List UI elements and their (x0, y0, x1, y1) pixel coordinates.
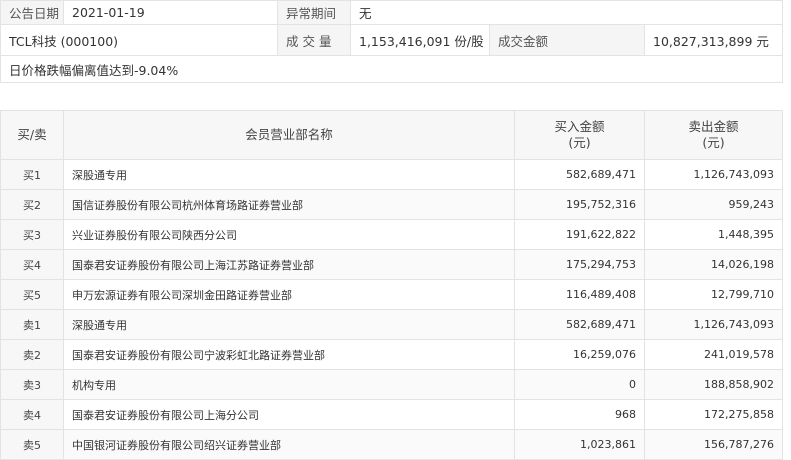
row-side: 卖4 (0, 399, 64, 430)
row-sell-amount: 156,787,276 (644, 429, 783, 460)
row-buy-amount: 116,489,408 (514, 279, 645, 310)
row-branch-name: 兴业证券股份有限公司陕西分公司 (63, 219, 515, 250)
volume-label: 成 交 量 (277, 24, 351, 56)
table-header-row: 买/卖 会员营业部名称 买入金额 (元) 卖出金额 (元) (0, 110, 783, 160)
amount-value: 10,827,313,899 元 (643, 24, 784, 56)
row-branch-name: 国泰君安证券股份有限公司上海江苏路证券营业部 (63, 249, 515, 280)
row-sell-amount: 1,448,395 (644, 219, 783, 250)
row-sell-amount: 959,243 (644, 189, 783, 220)
row-buy-amount: 582,689,471 (514, 159, 645, 190)
trading-seats-table: 买/卖 会员营业部名称 买入金额 (元) 卖出金额 (元) 买1 深股通专用 5… (0, 110, 783, 460)
table-row: 卖1 深股通专用 582,689,471 1,126,743,093 (0, 309, 783, 340)
table-row: 买1 深股通专用 582,689,471 1,126,743,093 (0, 159, 783, 190)
header-buy-amount: 买入金额 (元) (514, 110, 645, 160)
header-sell-amount-unit: (元) (702, 135, 725, 150)
row-sell-amount: 14,026,198 (644, 249, 783, 280)
row-buy-amount: 0 (514, 369, 645, 400)
row-sell-amount: 1,126,743,093 (644, 309, 783, 340)
row-side: 卖3 (0, 369, 64, 400)
row-sell-amount: 172,275,858 (644, 399, 783, 430)
table-row: 买5 申万宏源证券有限公司深圳金田路证券营业部 116,489,408 12,7… (0, 279, 783, 310)
row-buy-amount: 968 (514, 399, 645, 430)
row-side: 买1 (0, 159, 64, 190)
table-row: 卖4 国泰君安证券股份有限公司上海分公司 968 172,275,858 (0, 399, 783, 430)
row-side: 买2 (0, 189, 64, 220)
header-buy-amount-unit: (元) (568, 135, 591, 150)
announcement-info-table: 公告日期 2021-01-19 异常期间 无 TCL科技 (000100) 成 … (0, 0, 784, 83)
row-branch-name: 申万宏源证券有限公司深圳金田路证券营业部 (63, 279, 515, 310)
row-buy-amount: 195,752,316 (514, 189, 645, 220)
row-buy-amount: 1,023,861 (514, 429, 645, 460)
row-side: 买4 (0, 249, 64, 280)
row-side: 买3 (0, 219, 64, 250)
abnormal-period-value: 无 (349, 0, 784, 25)
table-row: 卖2 国泰君安证券股份有限公司宁波彩虹北路证券营业部 16,259,076 24… (0, 339, 783, 370)
row-side: 卖2 (0, 339, 64, 370)
row-buy-amount: 582,689,471 (514, 309, 645, 340)
table-row: 卖5 中国银河证券股份有限公司绍兴证券营业部 1,023,861 156,787… (0, 429, 783, 460)
header-side: 买/卖 (0, 110, 64, 160)
volume-value: 1,153,416,091 份/股 (350, 24, 490, 56)
stock-name: TCL科技 (000100) (0, 24, 278, 56)
row-branch-name: 机构专用 (63, 369, 515, 400)
table-row: 买3 兴业证券股份有限公司陕西分公司 191,622,822 1,448,395 (0, 219, 783, 250)
table-row: 卖3 机构专用 0 188,858,902 (0, 369, 783, 400)
row-buy-amount: 191,622,822 (514, 219, 645, 250)
announce-date-value: 2021-01-19 (63, 0, 278, 25)
page: 公告日期 2021-01-19 异常期间 无 TCL科技 (000100) 成 … (0, 0, 791, 460)
abnormal-reason: 日价格跌幅偏离值达到-9.04% (0, 55, 784, 83)
header-sell-amount: 卖出金额 (元) (644, 110, 783, 160)
row-sell-amount: 1,126,743,093 (644, 159, 783, 190)
table-row: 买2 国信证券股份有限公司杭州体育场路证券营业部 195,752,316 959… (0, 189, 783, 220)
amount-label: 成交金额 (489, 24, 645, 56)
row-branch-name: 国泰君安证券股份有限公司上海分公司 (63, 399, 515, 430)
row-sell-amount: 12,799,710 (644, 279, 783, 310)
abnormal-period-label: 异常期间 (277, 0, 351, 25)
header-branch-name: 会员营业部名称 (63, 110, 515, 160)
row-branch-name: 深股通专用 (63, 309, 515, 340)
row-buy-amount: 16,259,076 (514, 339, 645, 370)
row-side: 卖5 (0, 429, 64, 460)
header-sell-amount-title: 卖出金额 (688, 119, 739, 134)
row-buy-amount: 175,294,753 (514, 249, 645, 280)
row-branch-name: 中国银河证券股份有限公司绍兴证券营业部 (63, 429, 515, 460)
announce-date-label: 公告日期 (0, 0, 64, 25)
row-sell-amount: 188,858,902 (644, 369, 783, 400)
table-row: 买4 国泰君安证券股份有限公司上海江苏路证券营业部 175,294,753 14… (0, 249, 783, 280)
row-branch-name: 国信证券股份有限公司杭州体育场路证券营业部 (63, 189, 515, 220)
row-branch-name: 国泰君安证券股份有限公司宁波彩虹北路证券营业部 (63, 339, 515, 370)
row-sell-amount: 241,019,578 (644, 339, 783, 370)
row-side: 卖1 (0, 309, 64, 340)
row-branch-name: 深股通专用 (63, 159, 515, 190)
header-buy-amount-title: 买入金额 (554, 119, 605, 134)
row-side: 买5 (0, 279, 64, 310)
